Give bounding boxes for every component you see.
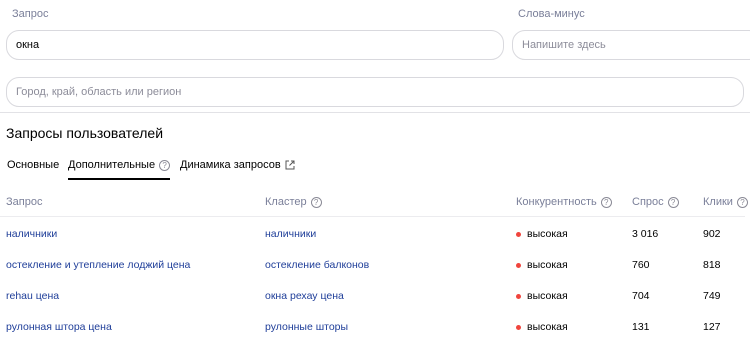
help-icon[interactable]: ? xyxy=(667,196,679,208)
status-dot-icon xyxy=(516,231,521,237)
cluster-link[interactable]: окна рехау цена xyxy=(265,290,344,302)
cluster-link[interactable]: остекление балконов xyxy=(265,259,369,271)
minus-words-placeholder: Напишите здесь xyxy=(522,39,606,51)
query-link[interactable]: рулонная штора цена xyxy=(6,321,112,333)
competition-badge: высокая xyxy=(516,321,568,333)
section-title: Запросы пользователей xyxy=(6,125,164,141)
help-icon[interactable]: ? xyxy=(159,159,171,171)
header-query: Запрос xyxy=(6,196,43,208)
tab-query-dynamics[interactable]: Динамика запросов xyxy=(180,159,295,171)
region-input[interactable]: Город, край, область или регион xyxy=(6,77,744,107)
clicks-value: 749 xyxy=(703,290,721,302)
cluster-link[interactable]: наличники xyxy=(265,228,316,240)
demand-value: 3 016 xyxy=(632,228,659,240)
tab-query-dynamics-label: Динамика запросов xyxy=(180,159,281,171)
competition-badge: высокая xyxy=(516,290,568,302)
clicks-value: 127 xyxy=(703,321,721,333)
region-placeholder: Город, край, область или регион xyxy=(16,86,182,98)
demand-value: 131 xyxy=(632,321,650,333)
help-icon[interactable]: ? xyxy=(310,196,322,208)
tab-additional[interactable]: Дополнительные ? xyxy=(68,159,171,180)
section-divider xyxy=(0,112,750,113)
query-link[interactable]: наличники xyxy=(6,228,57,240)
minus-words-input[interactable]: Напишите здесь xyxy=(512,30,750,60)
competition-badge: высокая xyxy=(516,228,568,240)
clicks-value: 902 xyxy=(703,228,721,240)
external-link-icon xyxy=(285,160,295,170)
query-input[interactable]: окна xyxy=(6,30,504,60)
query-input-value: окна xyxy=(16,39,40,51)
demand-value: 760 xyxy=(632,259,650,271)
cluster-link[interactable]: рулонные шторы xyxy=(265,321,348,333)
status-dot-icon xyxy=(516,324,521,330)
header-demand: Спрос ? xyxy=(632,196,679,208)
competition-badge: высокая xyxy=(516,259,568,271)
tab-additional-label: Дополнительные xyxy=(68,159,156,171)
clicks-value: 818 xyxy=(703,259,721,271)
status-dot-icon xyxy=(516,293,521,299)
query-link[interactable]: остекление и утепление лоджий цена xyxy=(6,259,190,271)
header-clicks: Клики ? xyxy=(703,196,748,208)
query-label: Запрос xyxy=(12,8,49,20)
help-icon[interactable]: ? xyxy=(600,196,612,208)
help-icon[interactable]: ? xyxy=(736,196,748,208)
tab-main[interactable]: Основные xyxy=(7,159,59,171)
status-dot-icon xyxy=(516,262,521,268)
tab-main-label: Основные xyxy=(7,159,60,171)
query-link[interactable]: rehau цена xyxy=(6,290,59,302)
header-competition: Конкурентность ? xyxy=(516,196,612,208)
header-cluster: Кластер ? xyxy=(265,196,322,208)
minus-words-label: Слова-минус xyxy=(518,8,585,20)
header-divider xyxy=(0,216,745,217)
demand-value: 704 xyxy=(632,290,650,302)
